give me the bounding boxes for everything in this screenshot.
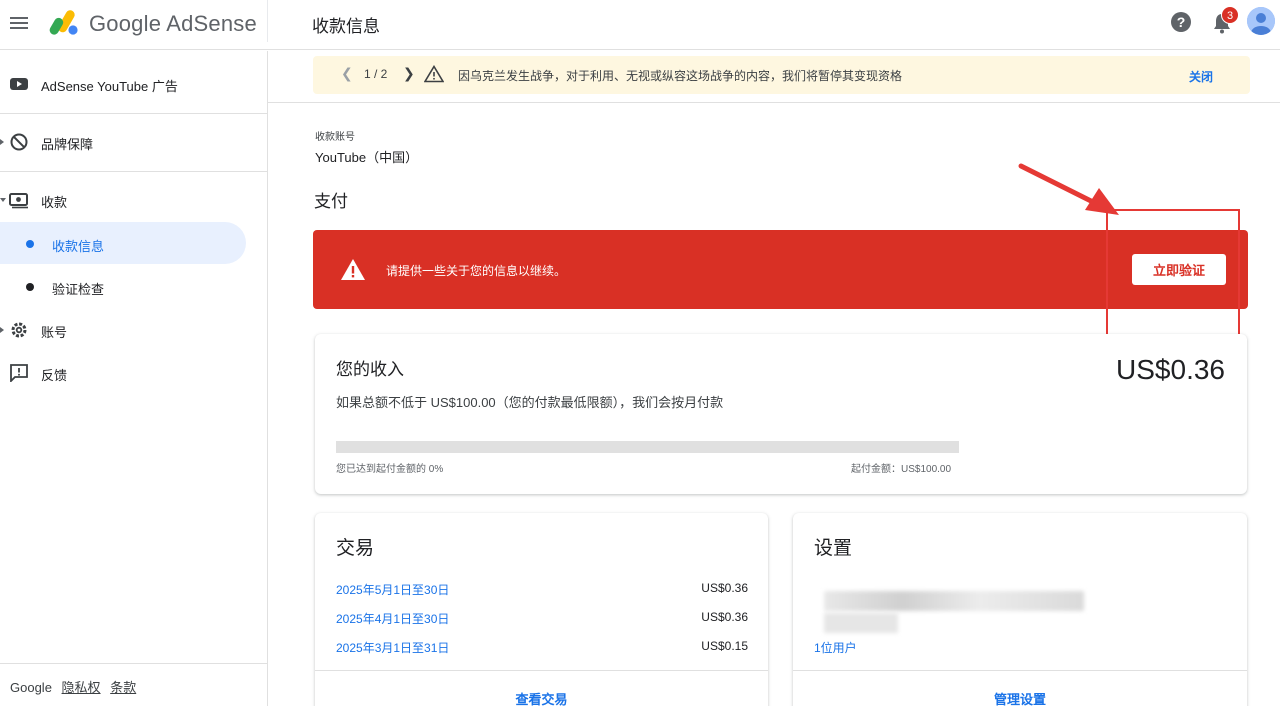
privacy-link[interactable]: 隐私权 bbox=[62, 680, 101, 695]
expand-caret-icon bbox=[0, 139, 4, 145]
page-title: 收款信息 bbox=[312, 17, 380, 36]
banner-close-button[interactable]: 关闭 bbox=[1189, 68, 1213, 85]
expand-caret-icon bbox=[0, 327, 4, 333]
warning-icon bbox=[341, 259, 365, 280]
warning-icon bbox=[424, 65, 444, 83]
settings-card: 设置 1位用户 管理设置 bbox=[793, 513, 1247, 706]
sidebar-footer-divider bbox=[0, 663, 267, 664]
transaction-date-link[interactable]: 2025年5月1日至30日 bbox=[336, 583, 449, 597]
earnings-card: 您的收入 US$0.36 如果总额不低于 US$100.00（您的付款最低限额）… bbox=[315, 334, 1247, 494]
sidebar-subitem-verification[interactable]: 验证检查 bbox=[0, 265, 246, 307]
youtube-icon bbox=[10, 78, 28, 90]
sidebar-subitem-label: 收款信息 bbox=[52, 239, 105, 254]
transaction-row: 2025年5月1日至30日 US$0.36 bbox=[336, 581, 748, 598]
chevron-right-icon[interactable]: ❯ bbox=[403, 65, 415, 82]
feedback-icon bbox=[10, 364, 28, 382]
transaction-amount: US$0.36 bbox=[701, 610, 748, 624]
payments-icon bbox=[9, 193, 28, 209]
payment-threshold-progress bbox=[336, 441, 959, 453]
block-icon bbox=[10, 133, 28, 151]
sidebar-subitem-payment-info[interactable]: 收款信息 bbox=[0, 222, 246, 264]
notification-badge: 3 bbox=[1221, 6, 1239, 24]
transaction-amount: US$0.36 bbox=[701, 581, 748, 595]
card-divider bbox=[793, 670, 1247, 671]
sidebar-item-label: 账号 bbox=[41, 325, 68, 340]
footer-brand: Google bbox=[10, 680, 52, 695]
transaction-amount: US$0.15 bbox=[701, 639, 748, 653]
alert-message: 请提供一些关于您的信息以继续。 bbox=[386, 264, 567, 278]
collapse-caret-icon bbox=[0, 198, 6, 202]
earnings-title: 您的收入 bbox=[336, 360, 404, 379]
sidebar-item-account[interactable]: 账号 bbox=[0, 308, 267, 352]
adsense-logo-icon bbox=[49, 10, 78, 35]
manage-settings-link[interactable]: 管理设置 bbox=[793, 689, 1247, 706]
terms-link[interactable]: 条款 bbox=[110, 680, 136, 695]
settings-title: 设置 bbox=[814, 538, 853, 559]
sidebar-subitem-label: 验证检查 bbox=[52, 282, 105, 297]
sidebar-item-payments[interactable]: 收款 bbox=[0, 178, 267, 222]
brand-name: Google AdSense bbox=[89, 11, 257, 36]
annotation-arrow-icon bbox=[1018, 163, 1119, 215]
avatar[interactable] bbox=[1247, 7, 1275, 35]
verify-now-button[interactable]: 立即验证 bbox=[1132, 254, 1226, 285]
banner-message: 因乌克兰发生战争，对于利用、无视或纵容这场战争的内容，我们将暂停其变现资格 bbox=[458, 69, 903, 83]
chevron-left-icon[interactable]: ❮ bbox=[341, 65, 353, 82]
sidebar-item-label: AdSense YouTube 广告 bbox=[41, 79, 178, 94]
transactions-card: 交易 2025年5月1日至30日 US$0.36 2025年4月1日至30日 U… bbox=[315, 513, 768, 706]
menu-icon[interactable] bbox=[10, 14, 30, 30]
progress-status: 您已达到起付金额的 0% bbox=[336, 464, 444, 475]
transaction-date-link[interactable]: 2025年3月1日至31日 bbox=[336, 641, 449, 655]
gear-icon bbox=[11, 322, 27, 338]
bullet-icon bbox=[26, 283, 34, 291]
top-bar: Google AdSense 收款信息 ? 3 bbox=[0, 0, 1280, 50]
sidebar: AdSense YouTube 广告 品牌保障 收款 收款信息 验证检查 账号 … bbox=[0, 51, 268, 706]
banner-pager: 1 / 2 bbox=[364, 67, 388, 81]
payment-threshold: 起付金额：US$100.00 bbox=[851, 464, 952, 475]
payment-account-value: YouTube（中国） bbox=[315, 150, 419, 165]
sidebar-divider bbox=[0, 113, 267, 114]
transaction-row: 2025年4月1日至30日 US$0.36 bbox=[336, 610, 748, 627]
card-divider bbox=[315, 670, 768, 671]
sidebar-item-brand-safety[interactable]: 品牌保障 bbox=[0, 120, 267, 164]
transaction-row: 2025年3月1日至31日 US$0.15 bbox=[336, 639, 748, 656]
view-transactions-link[interactable]: 查看交易 bbox=[315, 689, 768, 706]
users-link[interactable]: 1位用户 bbox=[814, 639, 857, 656]
help-icon[interactable]: ? bbox=[1171, 12, 1191, 32]
redacted-info bbox=[824, 591, 1084, 611]
transactions-title: 交易 bbox=[336, 538, 375, 559]
sidebar-item-label: 反馈 bbox=[41, 368, 68, 383]
earnings-description: 如果总额不低于 US$100.00（您的付款最低限额），我们会按月付款 bbox=[336, 395, 724, 410]
payment-account-label: 收款账号 bbox=[315, 132, 355, 143]
sidebar-item-label: 收款 bbox=[41, 195, 68, 210]
payments-section-title: 支付 bbox=[314, 192, 348, 211]
earnings-amount: US$0.36 bbox=[1116, 354, 1225, 385]
notification-banner: ❮ 1 / 2 ❯ 因乌克兰发生战争，对于利用、无视或纵容这场战争的内容，我们将… bbox=[313, 56, 1250, 94]
redacted-info bbox=[824, 613, 898, 633]
bullet-icon bbox=[26, 240, 34, 248]
verification-alert: 请提供一些关于您的信息以继续。 立即验证 bbox=[313, 230, 1248, 309]
sidebar-item-feedback[interactable]: 反馈 bbox=[0, 351, 267, 395]
transaction-date-link[interactable]: 2025年4月1日至30日 bbox=[336, 612, 449, 626]
sidebar-item-youtube-ads[interactable]: AdSense YouTube 广告 bbox=[0, 62, 267, 106]
content-divider bbox=[268, 102, 1280, 103]
top-divider bbox=[267, 0, 268, 42]
sidebar-divider bbox=[0, 171, 267, 172]
sidebar-footer: Google 隐私权 条款 bbox=[10, 677, 136, 696]
sidebar-item-label: 品牌保障 bbox=[41, 137, 94, 152]
